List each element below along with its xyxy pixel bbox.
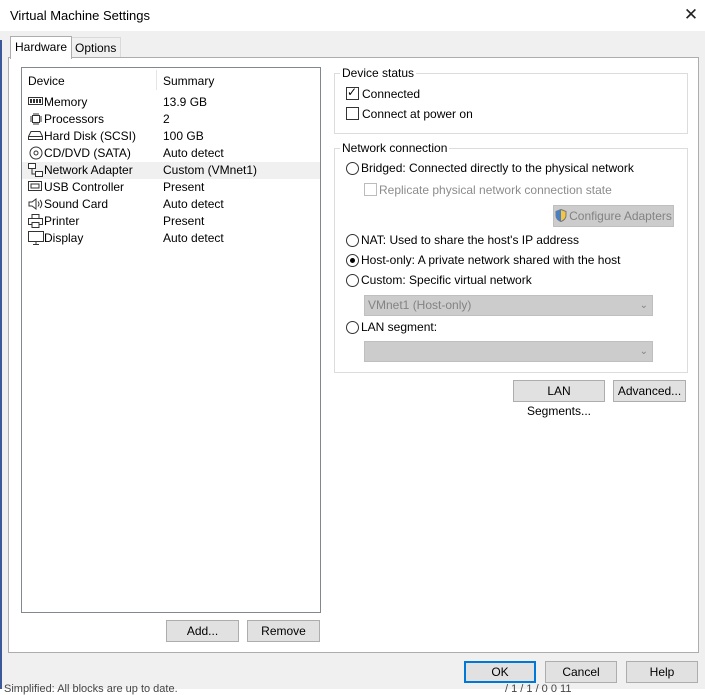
device-column-header[interactable]: Device [28,74,65,88]
nat-label[interactable]: NAT: Used to share the host's IP address [361,233,579,247]
ok-button[interactable]: OK [464,661,536,683]
host-only-radio[interactable] [346,254,359,267]
connected-checkbox[interactable] [346,85,359,100]
host-only-label[interactable]: Host-only: A private network shared with… [361,253,620,267]
custom-label[interactable]: Custom: Specific virtual network [361,273,532,287]
device-summary: Present [163,180,205,194]
configure-adapters-button[interactable]: Configure Adapters [553,205,674,227]
device-name: Printer [44,214,80,228]
device-summary: 13.9 GB [163,95,208,109]
device-summary: Auto detect [163,146,224,160]
device-name: USB Controller [44,180,125,194]
device-list[interactable]: Device Summary Memory 13.9 GB Processors… [21,67,321,613]
monitor-icon [28,231,44,245]
connected-label[interactable]: Connected [362,87,420,101]
device-status-title: Device status [340,66,417,80]
network-connection-title: Network connection [340,141,450,155]
replicate-checkbox[interactable] [364,183,377,196]
device-status-group [334,73,688,134]
window-title: Virtual Machine Settings [10,8,150,23]
help-button[interactable]: Help [626,661,698,683]
column-separator[interactable] [156,70,157,90]
device-name: Hard Disk (SCSI) [44,129,137,143]
lan-segments-button[interactable]: LAN Segments... [513,380,605,418]
lan-segment-dropdown[interactable]: ⌄ [364,341,653,362]
cd-dvd-icon [28,146,43,160]
lan-segment-radio[interactable] [346,321,359,334]
background-status-right: / 1 / 1 / 0 0 11 [505,683,572,695]
bridged-radio[interactable] [346,162,359,175]
device-name: CD/DVD (SATA) [44,146,131,160]
background-window-edge [0,40,2,689]
device-row-memory[interactable]: Memory 13.9 GB [22,94,320,111]
connect-at-power-on-checkbox[interactable] [346,107,359,120]
replicate-label: Replicate physical network connection st… [379,183,612,197]
device-row-printer[interactable]: Printer Present [22,213,320,230]
speaker-icon [28,197,43,211]
device-row-display[interactable]: Display Auto detect [22,230,320,247]
processor-icon [28,112,43,126]
advanced-button[interactable]: Advanced... [613,380,686,402]
device-row-hard-disk[interactable]: Hard Disk (SCSI) 100 GB [22,128,320,145]
usb-icon [28,180,43,194]
custom-network-value: VMnet1 (Host-only) [368,298,472,312]
lan-segment-label[interactable]: LAN segment: [361,320,437,334]
custom-radio[interactable] [346,274,359,287]
background-status-text: Simplified: All blocks are up to date. [4,683,178,695]
printer-icon [28,214,43,228]
device-row-usb-controller[interactable]: USB Controller Present [22,179,320,196]
remove-device-button[interactable]: Remove [247,620,320,642]
device-name: Display [44,231,84,245]
chevron-down-icon: ⌄ [639,346,648,357]
connect-at-power-on-label[interactable]: Connect at power on [362,107,473,121]
summary-column-header[interactable]: Summary [163,74,214,88]
close-icon[interactable] [680,4,702,26]
tab-hardware[interactable]: Hardware [10,36,73,59]
device-name: Network Adapter [44,163,133,177]
cancel-button[interactable]: Cancel [545,661,617,683]
add-device-button[interactable]: Add... [166,620,239,642]
device-summary: Auto detect [163,197,224,211]
device-row-sound-card[interactable]: Sound Card Auto detect [22,196,320,213]
device-row-processors[interactable]: Processors 2 [22,111,320,128]
bridged-label[interactable]: Bridged: Connected directly to the physi… [361,161,634,175]
device-name: Processors [44,112,105,126]
uac-shield-icon [555,209,567,222]
nat-radio[interactable] [346,234,359,247]
device-row-network-adapter[interactable]: Network Adapter Custom (VMnet1) [22,162,320,179]
device-summary: 100 GB [163,129,204,143]
device-name: Sound Card [44,197,109,211]
network-adapter-icon [28,163,43,177]
device-row-cd-dvd[interactable]: CD/DVD (SATA) Auto detect [22,145,320,162]
custom-network-dropdown[interactable]: VMnet1 (Host-only) ⌄ [364,295,653,316]
device-summary: 2 [163,112,170,126]
tab-options[interactable]: Options [70,37,122,58]
memory-icon [28,95,43,109]
device-name: Memory [44,95,88,109]
device-summary: Present [163,214,205,228]
hard-disk-icon [28,129,43,143]
configure-adapters-label: Configure Adapters [569,209,672,223]
device-summary: Auto detect [163,231,224,245]
chevron-down-icon: ⌄ [639,300,648,311]
device-summary: Custom (VMnet1) [163,163,258,177]
